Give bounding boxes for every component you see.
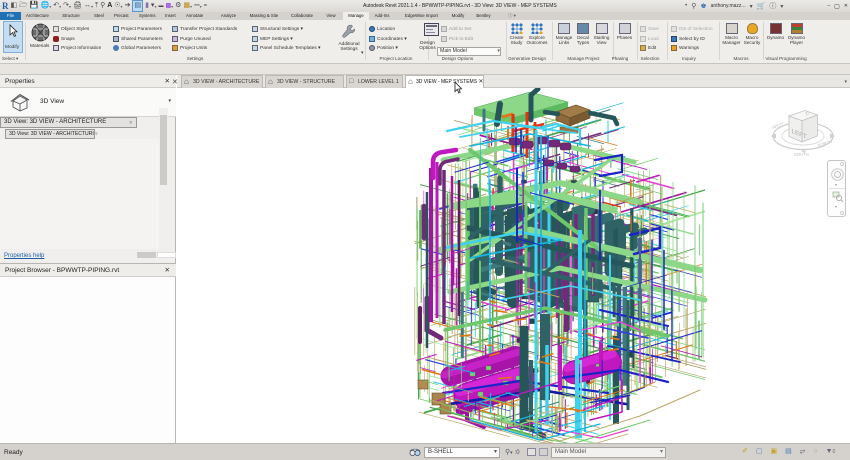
svg-text:NORTH: NORTH [817,139,833,148]
svg-text:SOUTH: SOUTH [794,152,809,157]
svg-text:↻: ↻ [805,110,810,118]
